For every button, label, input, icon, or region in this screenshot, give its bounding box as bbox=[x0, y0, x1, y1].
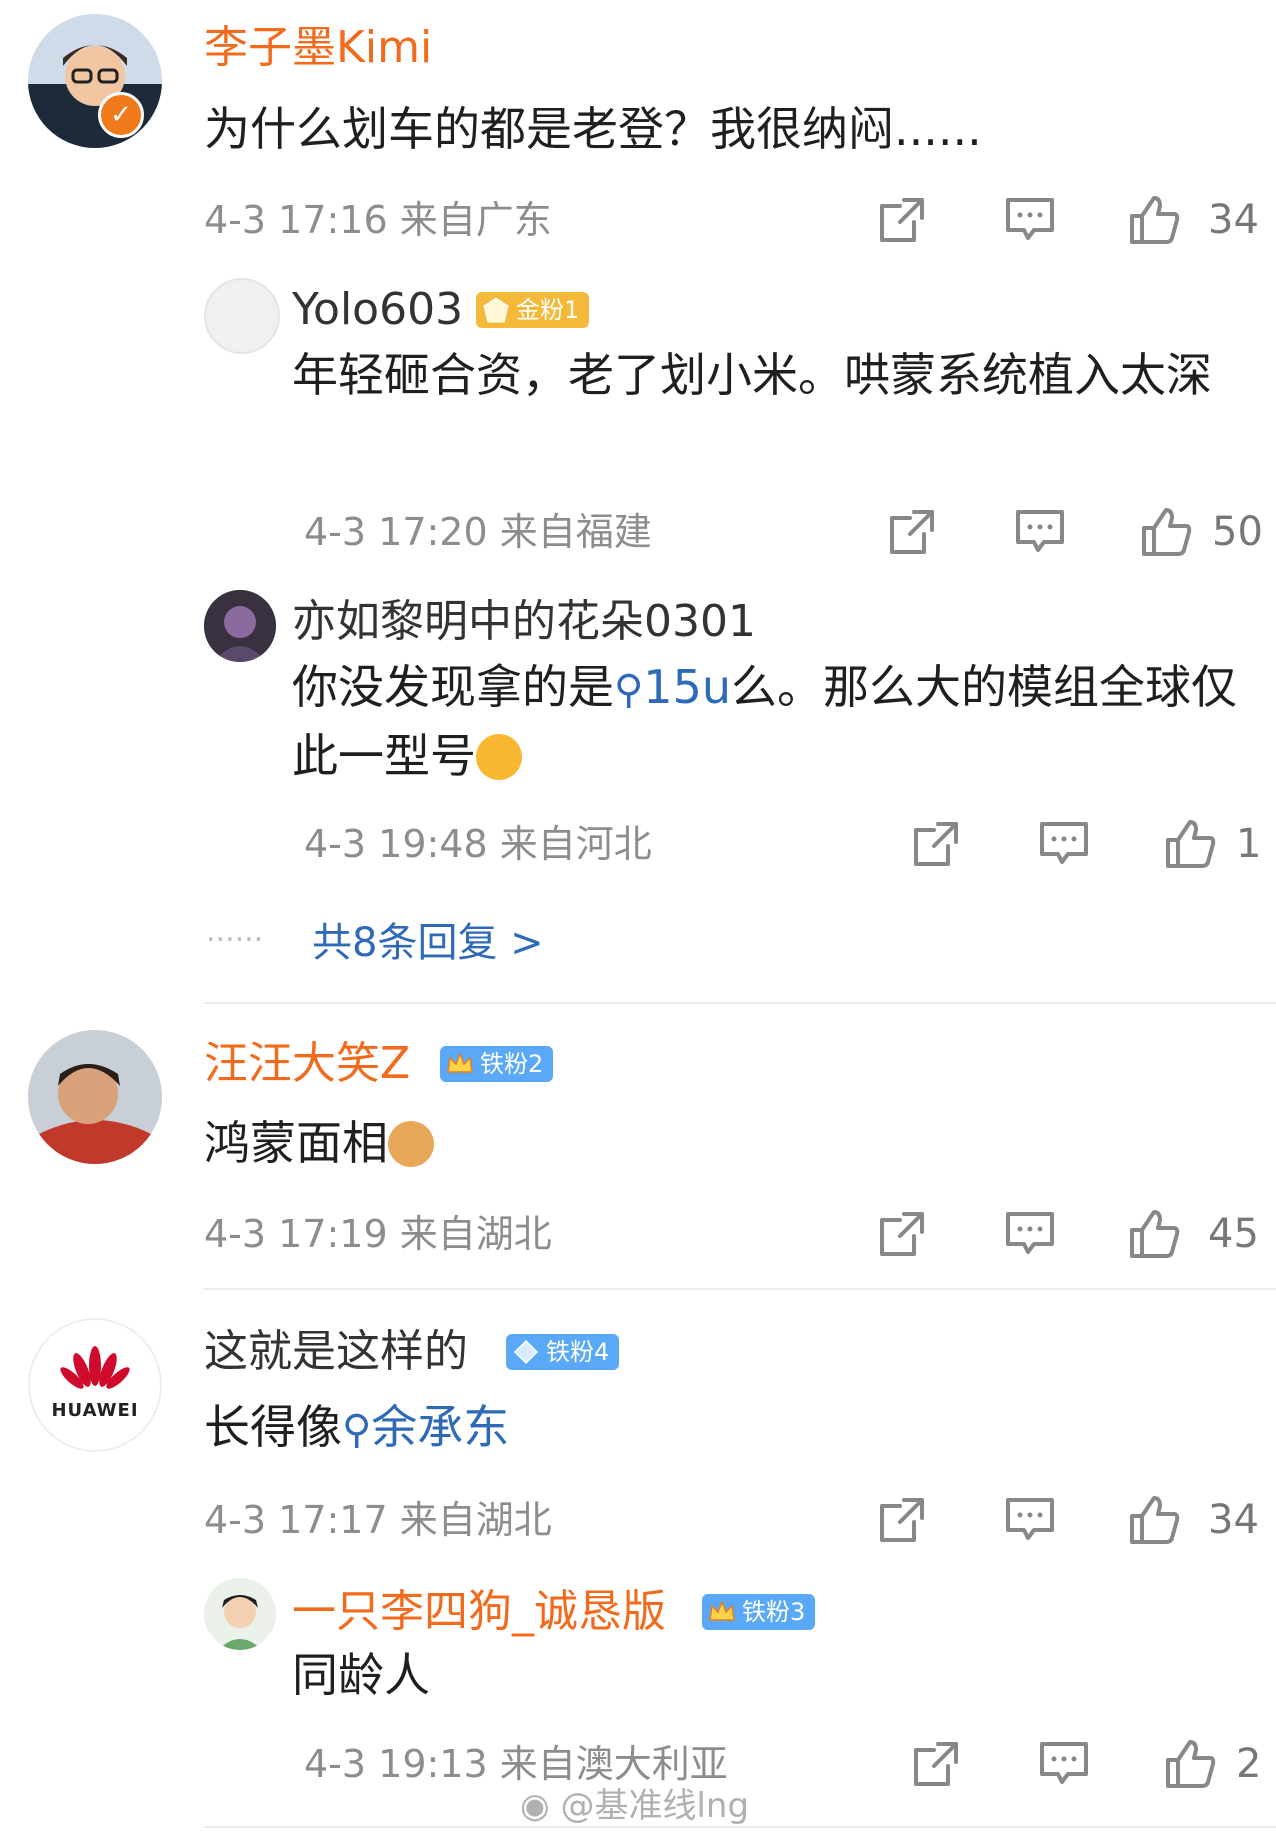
like-icon[interactable] bbox=[1162, 1736, 1218, 1792]
more-dots: ...... bbox=[206, 914, 264, 949]
dog-emoji-icon bbox=[388, 1121, 434, 1167]
comment-text: 长得像⚲余承东 bbox=[204, 1394, 1204, 1463]
like-icon[interactable] bbox=[1138, 504, 1194, 560]
reply-avatar[interactable] bbox=[204, 590, 276, 662]
reply-meta: 4-3 19:48 来自河北 bbox=[304, 822, 652, 866]
search-icon: ⚲ bbox=[342, 1407, 372, 1453]
avatar[interactable] bbox=[28, 1030, 162, 1164]
username[interactable]: 李子墨Kimi bbox=[204, 22, 432, 74]
search-link[interactable]: ⚲余承东 bbox=[342, 1400, 509, 1454]
like-count: 1 bbox=[1236, 821, 1262, 867]
share-icon[interactable] bbox=[874, 192, 930, 248]
huawei-logo-icon bbox=[60, 1346, 130, 1389]
comment-text: 为什么划车的都是老登？我很纳闷...... bbox=[204, 102, 982, 156]
comment-meta: 4-3 17:16 来自广东 bbox=[204, 198, 552, 242]
share-icon[interactable] bbox=[908, 1736, 964, 1792]
reply-meta: 4-3 17:20 来自福建 bbox=[304, 510, 652, 554]
watermark: ◉ @基准线lng bbox=[520, 1778, 749, 1827]
badge-label: 铁粉3 bbox=[742, 1598, 806, 1626]
search-icon: ⚲ bbox=[614, 667, 644, 713]
reply-avatar[interactable] bbox=[204, 1578, 276, 1650]
comment-icon[interactable] bbox=[1012, 504, 1068, 560]
like-icon[interactable] bbox=[1162, 816, 1218, 872]
divider bbox=[204, 1288, 1276, 1290]
search-link[interactable]: ⚲15u bbox=[614, 660, 731, 714]
reply-text: 年轻砸合资，老了划小米。哄蒙系统植入太深 bbox=[292, 348, 1212, 402]
comment-icon[interactable] bbox=[1002, 1206, 1058, 1262]
watermark-label: @基准线lng bbox=[560, 1786, 750, 1826]
reply-text-before: 你没发现拿的是 bbox=[292, 660, 614, 714]
like-count: 45 bbox=[1208, 1211, 1259, 1257]
diamond-icon bbox=[513, 1339, 539, 1365]
share-icon[interactable] bbox=[884, 504, 940, 560]
username[interactable]: 汪汪大笑Z bbox=[204, 1038, 410, 1090]
divider bbox=[204, 1002, 1276, 1004]
fan-badge: 铁粉2 bbox=[440, 1046, 554, 1082]
reply-text: 你没发现拿的是⚲15u么。那么大的模组全球仅此一型号 bbox=[292, 654, 1252, 789]
reply-avatar[interactable] bbox=[204, 278, 280, 354]
like-count: 2 bbox=[1236, 1741, 1262, 1787]
comment-icon[interactable] bbox=[1002, 1492, 1058, 1548]
comment-meta: 4-3 17:17 来自湖北 bbox=[204, 1498, 552, 1542]
comment-icon[interactable] bbox=[1036, 816, 1092, 872]
username[interactable]: 这就是这样的 bbox=[204, 1326, 468, 1378]
more-replies-link[interactable]: 共8条回复 > bbox=[312, 910, 544, 968]
verified-icon: ✓ bbox=[98, 92, 144, 138]
crown-icon bbox=[447, 1051, 473, 1073]
search-link-label: 15u bbox=[643, 660, 731, 714]
reply-username[interactable]: 亦如黎明中的花朵0301 bbox=[292, 596, 756, 648]
like-icon[interactable] bbox=[1126, 192, 1182, 248]
share-icon[interactable] bbox=[908, 816, 964, 872]
like-icon[interactable] bbox=[1126, 1492, 1182, 1548]
avatar[interactable] bbox=[28, 1318, 162, 1452]
tongue-emoji-icon bbox=[476, 734, 522, 780]
comment-meta: 4-3 17:19 来自湖北 bbox=[204, 1212, 552, 1256]
share-icon[interactable] bbox=[874, 1206, 930, 1262]
comment-icon[interactable] bbox=[1002, 192, 1058, 248]
avatar-caption: HUAWEI bbox=[51, 1400, 139, 1421]
like-count: 34 bbox=[1208, 1497, 1259, 1543]
badge-label: 铁粉4 bbox=[546, 1338, 610, 1366]
comment-text-before: 长得像 bbox=[204, 1400, 342, 1454]
fan-badge: 铁粉3 bbox=[702, 1594, 816, 1630]
avatar[interactable] bbox=[28, 14, 162, 148]
comment-text-content: 鸿蒙面相 bbox=[204, 1116, 388, 1170]
search-link-label: 余承东 bbox=[371, 1400, 510, 1454]
weibo-logo-icon: ◉ bbox=[520, 1786, 550, 1826]
badge-label: 金粉1 bbox=[516, 296, 580, 324]
badge-label: 铁粉2 bbox=[480, 1050, 544, 1078]
reply-username[interactable]: Yolo603 bbox=[292, 284, 463, 336]
comment-text: 鸿蒙面相 bbox=[204, 1110, 1204, 1176]
like-icon[interactable] bbox=[1126, 1206, 1182, 1262]
comment-icon[interactable] bbox=[1036, 1736, 1092, 1792]
like-count: 50 bbox=[1212, 509, 1263, 555]
share-icon[interactable] bbox=[874, 1492, 930, 1548]
reply-text: 同龄人 bbox=[292, 1648, 430, 1702]
like-count: 34 bbox=[1208, 197, 1259, 243]
reply-username[interactable]: 一只李四狗_诚恳版 bbox=[292, 1586, 666, 1638]
crown-icon bbox=[709, 1599, 735, 1621]
gold-fan-icon bbox=[483, 297, 509, 323]
fan-badge: 金粉1 bbox=[476, 292, 590, 328]
fan-badge: 铁粉4 bbox=[506, 1334, 620, 1370]
